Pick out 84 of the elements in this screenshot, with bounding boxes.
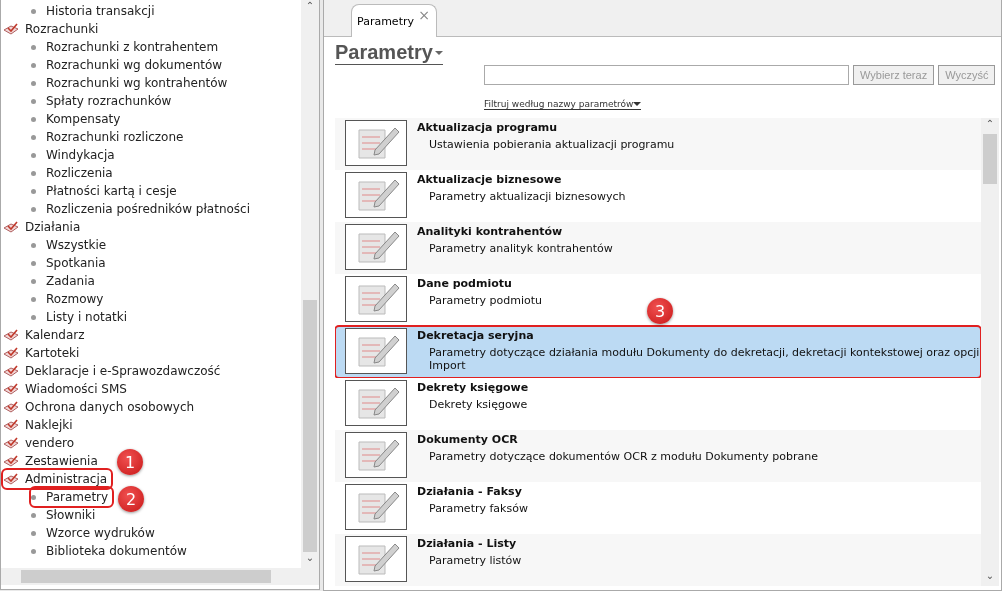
parameter-title: Aktualizacje biznesowe xyxy=(417,173,563,187)
parameter-description: Parametry dotyczące działania modułu Dokumenty do dekretacji, dekretacji kontekstowej oraz opcji Import xyxy=(428,346,981,372)
edit-document-icon xyxy=(345,120,407,166)
tree-item[interactable]: Deklaracje i e-Sprawozdawczość xyxy=(3,362,225,380)
parameter-description: Parametry listów xyxy=(428,554,522,567)
tree-item[interactable]: Kompensaty xyxy=(31,110,125,128)
tree-item[interactable]: Wiadomości SMS xyxy=(3,380,131,398)
tree-item[interactable]: Ochrona danych osobowych xyxy=(3,398,199,416)
module-icon xyxy=(3,364,19,378)
module-icon xyxy=(3,472,19,486)
tree-item[interactable]: Rozrachunki xyxy=(3,20,103,38)
module-icon xyxy=(3,454,19,468)
parameter-description: Parametry dotyczące dokumentów OCR z modułu Dokumenty pobrane xyxy=(428,450,818,463)
tree-item[interactable]: Windykacja xyxy=(31,146,119,164)
parameter-title: Aktualizacja programu xyxy=(417,121,559,135)
close-icon[interactable]: × xyxy=(418,7,430,23)
page-title[interactable]: Parametry xyxy=(335,41,443,65)
parameter-item[interactable]: Aktualizacja programu Ustawienia pobierania aktualizacji programu xyxy=(335,118,981,170)
tree-item[interactable]: Rozrachunki rozliczone xyxy=(31,128,188,146)
scrollbar[interactable]: ⌃ ⌄ xyxy=(301,0,319,568)
parameter-description: Parametry aktualizacji biznesowych xyxy=(428,190,626,203)
tree-item[interactable]: Biblioteka dokumentów xyxy=(31,542,191,560)
edit-document-icon xyxy=(345,224,407,270)
parameter-description: Dekrety księgowe xyxy=(428,398,529,411)
tree-item[interactable]: Zadania xyxy=(31,272,99,290)
tree-item[interactable]: Rozliczenia xyxy=(31,164,117,182)
tree-item[interactable]: Wzorce wydruków xyxy=(31,524,159,542)
tree-item[interactable]: Listy i notatki xyxy=(31,308,132,326)
parameter-title: Dekretacja seryjna xyxy=(417,329,535,343)
parameter-description: Parametry faksów xyxy=(428,502,528,515)
tree-item[interactable]: Zestawienia xyxy=(3,452,102,470)
tree-item[interactable]: Rozrachunki z kontrahentem xyxy=(31,38,223,56)
search-field[interactable] xyxy=(484,65,849,85)
tree-item[interactable]: Kartoteki xyxy=(3,344,84,362)
tree-item[interactable]: Naklejki xyxy=(3,416,77,434)
parameter-item[interactable]: Działania - Listy Parametry listów xyxy=(335,534,981,586)
module-icon xyxy=(3,220,19,234)
module-icon xyxy=(3,328,19,342)
tree-item[interactable]: Spotkania xyxy=(31,254,110,272)
tree-item[interactable]: Historia transakcji xyxy=(31,2,159,20)
parameter-title: Dekrety księgowe xyxy=(417,381,529,395)
edit-document-icon xyxy=(345,536,407,582)
parameter-description: Parametry analityk kontrahentów xyxy=(428,242,613,255)
scrollbar[interactable]: ⌃ ⌄ xyxy=(981,118,999,586)
edit-document-icon xyxy=(345,328,407,374)
parameter-title: Dokumenty OCR xyxy=(417,433,519,447)
tree-item[interactable]: Działania xyxy=(3,218,85,236)
tree-item[interactable]: Wszystkie xyxy=(31,236,111,254)
module-icon xyxy=(3,436,19,450)
module-icon xyxy=(3,400,19,414)
module-icon xyxy=(3,22,19,36)
tree-item[interactable]: Parametry xyxy=(31,488,113,506)
caret-icon xyxy=(434,50,443,55)
parameter-item[interactable]: Analityki kontrahentów Parametry analityk kontrahentów xyxy=(335,222,981,274)
module-icon xyxy=(3,382,19,396)
tree-item[interactable]: Rozrachunki wg kontrahentów xyxy=(31,74,232,92)
parameter-title: Działania - Faksy xyxy=(417,485,523,499)
tree-item[interactable]: vendero xyxy=(3,434,79,452)
edit-document-icon xyxy=(345,380,407,426)
tree-item[interactable]: Spłaty rozrachunków xyxy=(31,92,176,110)
tab[interactable]: Parametry × xyxy=(351,4,437,37)
scrollbar[interactable] xyxy=(1,568,319,585)
tree-item[interactable]: Rozrachunki wg dokumentów xyxy=(31,56,227,74)
module-icon xyxy=(3,346,19,360)
caret-icon xyxy=(633,102,642,106)
edit-document-icon xyxy=(345,276,407,322)
edit-document-icon xyxy=(345,172,407,218)
filter-link[interactable]: Filtruj według nazwy parametrów xyxy=(484,99,642,110)
module-icon xyxy=(3,418,19,432)
parameter-title: Dane podmiotu xyxy=(417,277,513,291)
edit-document-icon xyxy=(345,432,407,478)
tree-item[interactable]: Kalendarz xyxy=(3,326,89,344)
parameter-item[interactable]: Dokumenty OCR Parametry dotyczące dokumentów OCR z modułu Dokumenty pobrane xyxy=(335,430,981,482)
edit-document-icon xyxy=(345,484,407,530)
parameter-title: Działania - Listy xyxy=(417,537,518,551)
tree-item[interactable]: Administracja xyxy=(3,470,112,488)
callout-badge: 1 xyxy=(117,449,144,475)
tree-item[interactable]: Rozliczenia pośredników płatności xyxy=(31,200,255,218)
parameter-title: Analityki kontrahentów xyxy=(417,225,564,239)
tree-item[interactable]: Płatności kartą i cesje xyxy=(31,182,181,200)
tree-item[interactable]: Rozmowy xyxy=(31,290,108,308)
parameter-description: Ustawienia pobierania aktualizacji programu xyxy=(428,138,675,151)
callout-badge: 2 xyxy=(118,486,145,512)
tree-item[interactable]: Słowniki xyxy=(31,506,100,524)
